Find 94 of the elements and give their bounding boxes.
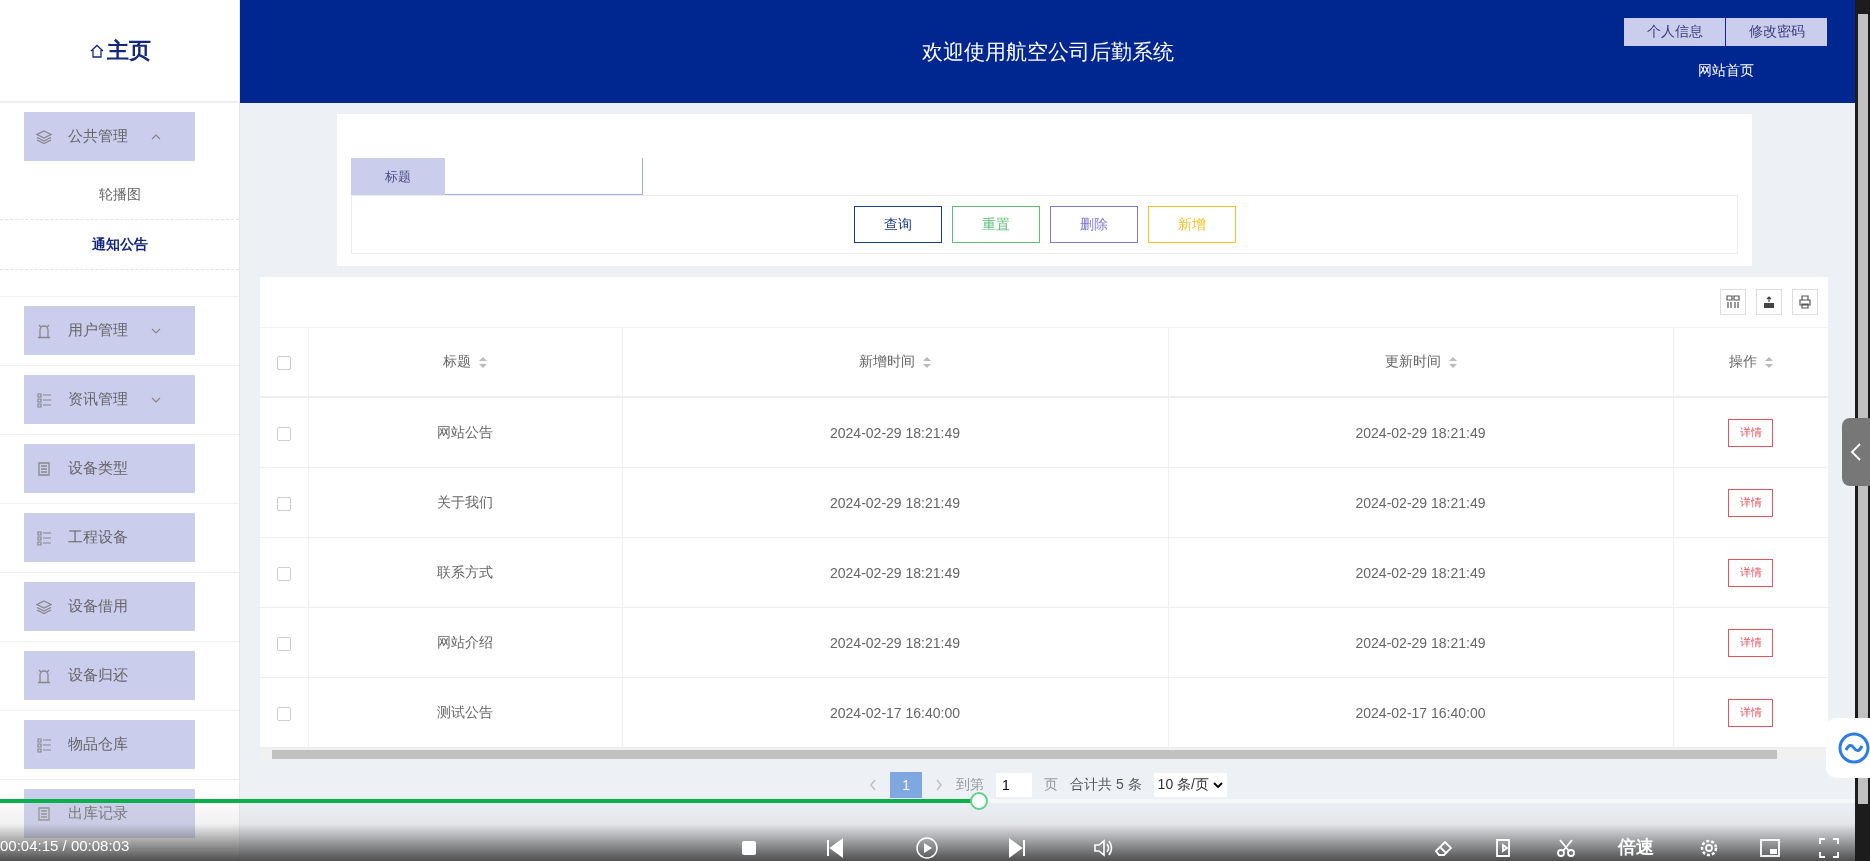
columns-button[interactable] [1720, 289, 1746, 315]
export-icon [1762, 295, 1776, 309]
alarm-icon [36, 667, 52, 684]
menu-item[interactable]: 出库记录 [24, 789, 195, 838]
date-cell: 2024-02-29 18:21:49 [1355, 494, 1486, 511]
details-button[interactable]: 详情 [1728, 488, 1773, 517]
title-cell: 联系方式 [437, 563, 493, 580]
date-cell: 2024-02-17 16:40:00 [830, 704, 960, 721]
submenu-item[interactable]: 通知公告 [91, 235, 148, 254]
alarm-icon [36, 322, 52, 339]
sort-icon[interactable] [1448, 356, 1457, 368]
caret-icon [1212, 781, 1223, 789]
date-cell: 2024-02-17 16:40:00 [1355, 704, 1486, 721]
layers-icon [36, 598, 52, 615]
export-button[interactable] [1756, 289, 1782, 315]
title-cell: 关于我们 [437, 493, 493, 510]
header-button[interactable]: 修改密码 [1726, 18, 1827, 46]
row-checkbox[interactable] [276, 566, 291, 581]
goto-label: 到第 [956, 776, 985, 794]
print-icon [1798, 295, 1812, 309]
details-button[interactable]: 详情 [1728, 698, 1773, 727]
select-all-checkbox[interactable] [276, 356, 291, 371]
details-button[interactable]: 详情 [1728, 418, 1773, 447]
print-button[interactable] [1792, 289, 1818, 315]
row-checkbox[interactable] [276, 636, 291, 651]
chevron-left-icon [1850, 442, 1862, 462]
document-icon [36, 460, 52, 477]
menu-item[interactable]: 设备类型 [24, 444, 195, 493]
assistant-button[interactable] [1826, 718, 1870, 778]
title-input[interactable] [445, 158, 643, 195]
row-checkbox[interactable] [276, 426, 291, 441]
playback-time: 00:04:15 / 00:08:03 [0, 837, 130, 854]
row-checkbox[interactable] [276, 496, 291, 511]
column-header[interactable]: 新增时间 [859, 353, 915, 369]
title-cell: 网站公告 [437, 423, 493, 440]
assistant-icon [1838, 732, 1870, 764]
home-icon [88, 42, 105, 59]
page-size-select[interactable]: 10 条/页 [1153, 773, 1227, 797]
menu-item[interactable]: 设备借用 [24, 582, 195, 631]
column-header[interactable]: 标题 [443, 353, 471, 369]
action-button[interactable]: 查询 [853, 206, 942, 243]
previous-icon[interactable] [824, 837, 846, 859]
date-cell: 2024-02-29 18:21:49 [830, 424, 960, 441]
action-button[interactable]: 删除 [1049, 206, 1138, 243]
play-icon[interactable] [916, 837, 938, 859]
date-cell: 2024-02-29 18:21:49 [1355, 424, 1486, 441]
date-cell: 2024-02-29 18:21:49 [1355, 634, 1486, 651]
page-title: 欢迎使用航空公司后勤系统 [921, 38, 1174, 65]
menu-item[interactable]: 设备归还 [24, 651, 195, 700]
date-cell: 2024-02-29 18:21:49 [830, 564, 960, 581]
menu-item[interactable]: 公共管理 [24, 112, 195, 161]
date-cell: 2024-02-29 18:21:49 [830, 634, 960, 651]
page-button[interactable]: 1 [890, 772, 923, 798]
sort-icon[interactable] [1764, 356, 1773, 368]
progress-thumb[interactable] [970, 792, 989, 810]
details-button[interactable]: 详情 [1728, 628, 1773, 657]
row-checkbox[interactable] [276, 706, 291, 721]
header-button[interactable]: 个人信息 [1624, 18, 1725, 46]
fullscreen-icon[interactable] [1818, 837, 1840, 859]
details-button[interactable]: 详情 [1728, 558, 1773, 587]
page-unit: 页 [1044, 776, 1059, 794]
column-header[interactable]: 更新时间 [1384, 353, 1441, 369]
submenu-item[interactable]: 轮播图 [98, 185, 141, 204]
list-icon [36, 736, 52, 753]
list-icon [36, 529, 52, 546]
list-icon [36, 391, 52, 408]
menu-item[interactable]: 资讯管理 [24, 375, 195, 424]
sort-icon[interactable] [479, 356, 487, 368]
menu-item[interactable]: 用户管理 [24, 306, 195, 355]
page-input[interactable]: 1 [996, 773, 1033, 797]
layers-icon [36, 128, 52, 145]
document-icon [36, 805, 52, 822]
picture-in-picture-icon[interactable] [1759, 837, 1781, 859]
home-title[interactable]: 主页 [106, 35, 151, 66]
collapse-tab[interactable] [1842, 418, 1870, 486]
menu-item[interactable]: 工程设备 [24, 513, 195, 562]
settings-icon[interactable] [1698, 837, 1720, 859]
field-label: 标题 [351, 158, 445, 195]
menu-item[interactable]: 物品仓库 [24, 720, 195, 769]
action-button[interactable]: 重置 [951, 206, 1040, 243]
sort-icon[interactable] [923, 356, 931, 368]
volume-icon[interactable] [1092, 837, 1114, 859]
scissors-icon[interactable] [1555, 837, 1577, 859]
total-count: 合计共 5 条 [1070, 776, 1142, 794]
date-cell: 2024-02-29 18:21:49 [1355, 564, 1486, 581]
title-cell: 网站介绍 [437, 633, 493, 650]
columns-icon [1726, 295, 1740, 309]
title-cell: 测试公告 [437, 703, 493, 720]
next-icon[interactable] [1006, 837, 1028, 859]
column-header[interactable]: 操作 [1728, 353, 1757, 369]
home-link[interactable]: 网站首页 [1697, 62, 1754, 80]
date-cell: 2024-02-29 18:21:49 [830, 494, 960, 511]
speed-button[interactable]: 倍速 [1618, 835, 1654, 859]
horizontal-scrollbar[interactable] [260, 748, 1828, 760]
